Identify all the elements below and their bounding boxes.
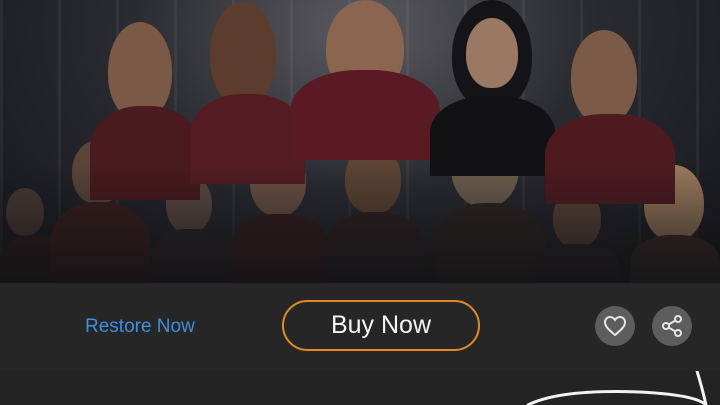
heart-icon — [603, 315, 627, 337]
buy-now-button[interactable]: Buy Now — [282, 300, 480, 351]
bottom-area — [0, 371, 720, 405]
poster-figure — [290, 0, 440, 160]
hand-drawn-circle-annotation — [526, 371, 708, 405]
poster-image — [0, 0, 720, 283]
favorite-button[interactable] — [595, 306, 635, 346]
poster-figure — [190, 0, 305, 184]
restore-now-link[interactable]: Restore Now — [85, 316, 195, 338]
purchase-action-bar: Restore Now Buy Now — [0, 283, 720, 371]
poster-figure — [430, 0, 555, 176]
share-button[interactable] — [652, 306, 692, 346]
poster-gradient — [0, 163, 720, 283]
share-icon — [662, 315, 682, 337]
